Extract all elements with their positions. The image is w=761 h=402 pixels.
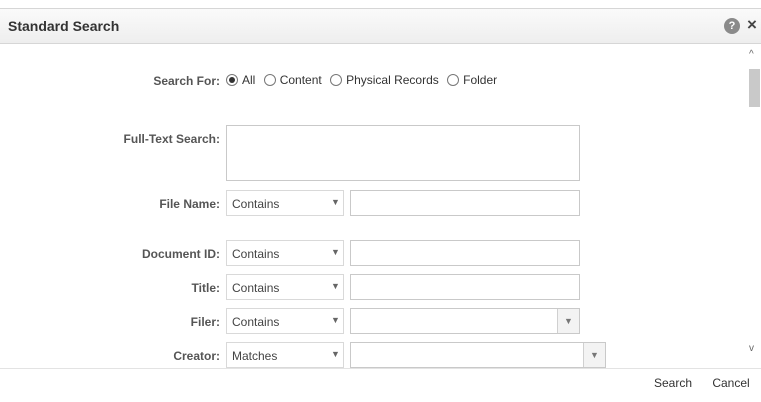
chevron-up-icon[interactable]: ^ xyxy=(749,49,754,60)
close-icon[interactable]: × xyxy=(744,16,760,34)
chevron-down-icon: ▼ xyxy=(331,281,340,291)
radio-content-label[interactable]: Content xyxy=(280,73,322,87)
title-operator-value: Contains xyxy=(232,281,280,295)
filer-operator-select[interactable]: Contains ▼ xyxy=(226,308,344,334)
chevron-down-icon: ▼ xyxy=(331,197,340,207)
search-button[interactable]: Search xyxy=(646,370,700,396)
creator-operator-value: Matches xyxy=(232,349,278,363)
chevron-down-icon[interactable]: ▼ xyxy=(557,309,579,333)
radio-folder-label[interactable]: Folder xyxy=(463,73,497,87)
creator-operator-select[interactable]: Matches ▼ xyxy=(226,342,344,368)
file-name-operator-value: Contains xyxy=(232,197,280,211)
standard-search-dialog: Standard Search ? × Search For: All Cont… xyxy=(0,0,761,402)
title-input[interactable] xyxy=(350,274,580,300)
radio-physical-records-label[interactable]: Physical Records xyxy=(346,73,439,87)
radio-all[interactable] xyxy=(226,73,238,86)
file-name-operator-select[interactable]: Contains ▼ xyxy=(226,190,344,216)
file-name-label: File Name: xyxy=(159,197,220,211)
help-icon[interactable]: ? xyxy=(724,18,740,34)
radio-all-label[interactable]: All xyxy=(242,73,255,87)
radio-physical-records[interactable] xyxy=(330,73,343,86)
document-id-label: Document ID: xyxy=(142,247,220,261)
title-label: Title: xyxy=(191,281,220,295)
full-text-search-input[interactable] xyxy=(226,125,580,181)
search-form: Search For: All Content Physical Records… xyxy=(0,45,746,368)
chevron-down-icon: ▼ xyxy=(331,247,340,257)
search-for-radio-group: All Content Physical Records Folder xyxy=(226,72,502,90)
creator-label: Creator: xyxy=(173,349,220,363)
filer-combobox[interactable]: ▼ xyxy=(350,308,580,334)
title-operator-select[interactable]: Contains ▼ xyxy=(226,274,344,300)
document-id-operator-value: Contains xyxy=(232,247,280,261)
dialog-footer: Search Cancel xyxy=(0,368,761,402)
chevron-down-icon[interactable]: ▼ xyxy=(583,343,605,367)
dialog-title: Standard Search xyxy=(8,18,120,34)
document-id-operator-select[interactable]: Contains ▼ xyxy=(226,240,344,266)
chevron-down-icon[interactable]: v xyxy=(749,343,754,354)
radio-content[interactable] xyxy=(263,73,276,86)
full-text-search-label: Full-Text Search: xyxy=(123,132,220,146)
vertical-scrollbar[interactable]: ^ v xyxy=(746,45,761,368)
dialog-titlebar: Standard Search ? × xyxy=(0,8,761,44)
document-id-input[interactable] xyxy=(350,240,580,266)
cancel-button[interactable]: Cancel xyxy=(704,370,758,396)
chevron-down-icon: ▼ xyxy=(331,315,340,325)
file-name-input[interactable] xyxy=(350,190,580,216)
chevron-down-icon: ▼ xyxy=(331,349,340,359)
filer-operator-value: Contains xyxy=(232,315,280,329)
radio-folder[interactable] xyxy=(447,73,460,86)
filer-label: Filer: xyxy=(190,315,220,329)
scrollbar-thumb[interactable] xyxy=(749,69,760,107)
creator-combobox[interactable]: ▼ xyxy=(350,342,606,368)
search-for-label: Search For: xyxy=(153,74,220,88)
